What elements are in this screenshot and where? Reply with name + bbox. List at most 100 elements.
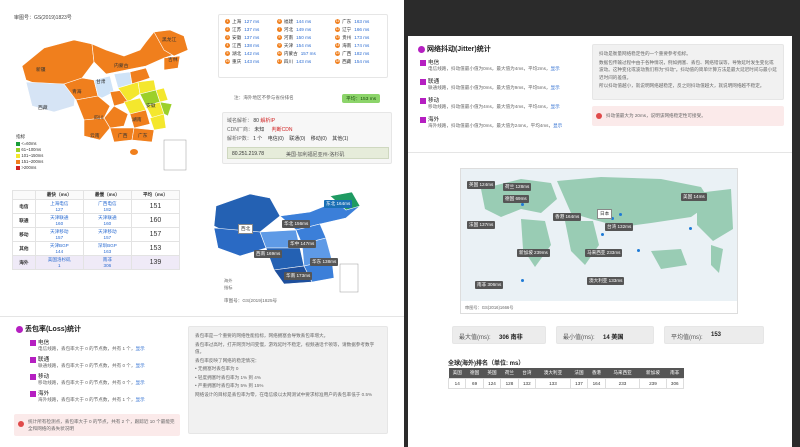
rank-number: 12 [335, 27, 341, 33]
jitter-note-text: 抖动值最大为 20ms，说明该网络稳定性可接受。 [606, 113, 706, 118]
loss-title-text: 丢包率(Loss)统计 [24, 326, 81, 333]
fast-cell: 上海电信 127 [34, 199, 84, 214]
global-col-header: 马来西亚 [605, 368, 640, 379]
global-cell: 137 [569, 378, 589, 389]
ip-tab-mobile[interactable]: 移动(0) [311, 136, 327, 142]
slow-cell: 南非 306 [82, 255, 132, 270]
col-average: 平均（ms） [130, 190, 181, 200]
map-pin[interactable] [601, 233, 604, 236]
global-cell: 14 [447, 378, 467, 389]
jitter-groups: 电信 电信线路，抖动值最小值为0ms，最大值为4ms，平均2ms，显示 联通 联通线路… [420, 58, 590, 134]
alert-icon [18, 421, 24, 427]
map-pin[interactable] [689, 227, 692, 230]
slow-cell: 广西电信 182 [82, 199, 132, 214]
group-text: 移动线路，抖动值最小值为4ms，最大值为4ms，平均4ms， [428, 104, 551, 109]
map-label-yunnan: 云南 [90, 134, 100, 139]
show-link[interactable]: 显示 [551, 66, 560, 71]
region-legend-overseas: 海外 [224, 278, 233, 283]
avg-cell: 160 [130, 213, 181, 228]
map-label-jilin: 吉林 [168, 58, 178, 63]
ip-tab-other[interactable]: 其他(1) [332, 136, 348, 142]
rank-city: 四川 [283, 59, 294, 64]
global-cell: 69 [465, 378, 484, 389]
global-col-header: 法国 [570, 368, 588, 379]
rank-number: 6 [276, 19, 282, 25]
fast-cell: 天津BGP 144 [34, 241, 84, 256]
show-link[interactable]: 显示 [136, 363, 145, 368]
world-label-de: 德国 69ms [503, 195, 529, 203]
jitter-title-text: 网络抖动(Jitter)统计 [426, 46, 491, 53]
global-cell: 164 [587, 378, 606, 389]
left-panel: 审图号：GS(2019)1823号 新疆 西藏 青海 甘肃 内蒙古 黑龙江 吉林… [0, 0, 404, 447]
stat-avg-value: 153 [711, 332, 722, 338]
rank-ms: 143 ms [244, 59, 260, 64]
show-link[interactable]: 显示 [136, 397, 145, 402]
map-pin[interactable] [521, 203, 524, 206]
region-label-huanan: 华南 173ms [284, 272, 313, 280]
ip-tab-telecom[interactable]: 电信(0) [268, 136, 284, 142]
desc-line: 丢包率是一个重要的网络性能指标，网络拥塞会导致丢包率增大。 [195, 333, 329, 338]
ranking-item: 13 贵州 173 ms [333, 34, 385, 42]
region-map: 东北 164ms 西北 华北 156ms 华中 147ms 西南 169ms 华… [200, 186, 368, 310]
show-link[interactable]: 显示 [136, 380, 145, 385]
map-pin[interactable] [619, 213, 622, 216]
resolve-unit[interactable]: 解析IP [260, 118, 275, 124]
rank-number: 11 [335, 19, 341, 25]
world-label-jp: 日本 [597, 209, 613, 219]
slow-val: 306 [103, 263, 112, 268]
rank-number: 2 [225, 27, 230, 33]
global-col-header: 美国 [448, 368, 466, 379]
slow-cell: 天津联通 160 [82, 213, 132, 228]
region-label-xinan: 西南 169ms [254, 250, 283, 258]
ranking-item: 12 辽宁 166 ms [333, 26, 385, 34]
group-text: 移动线路，丢包率大于 0 的节点数，共有 0 个， [38, 380, 136, 385]
group-bullet-icon [30, 373, 36, 380]
cdn-label: CDN厂商： [227, 127, 253, 133]
avg-cell: 139 [130, 255, 181, 270]
rank-city: 河南 [283, 35, 294, 40]
rank-ms: 127 ms [244, 19, 260, 24]
ranking-item: 5 湖北 142 ms [223, 50, 275, 58]
loss-groups: 电信 电信线路，丢包率大于 0 的节点数，共有 1 个，显示 联通 联通线路，丢包率大… [30, 338, 180, 406]
stat-max-label: 最大值(ms): [459, 335, 491, 341]
ip-address: 80.251.219.78 [232, 151, 264, 157]
group-bullet-icon [30, 356, 36, 363]
rank-ms: 143 ms [296, 59, 312, 64]
rank-number: 5 [225, 51, 230, 57]
rank-number: 10 [276, 51, 282, 57]
isp-cell: 联通 [12, 213, 36, 228]
rank-ms: 138 ms [244, 43, 260, 48]
world-label-hk: 香港 164ms [553, 213, 582, 221]
ranking-table: 1 上海 127 ms 6 福建 144 ms 11 广东 163 ms 2 江苏 137 ms 7 河北… [223, 18, 385, 66]
ranking-item: 10 内蒙古 157 ms [275, 50, 333, 58]
cdn-detect-link[interactable]: 判断CDN [272, 127, 293, 133]
show-link[interactable]: 显示 [553, 123, 562, 128]
stat-group: 海外 海外线路，抖动值最小值为0ms，最大值为24ms，平均4ms，显示 [420, 115, 590, 129]
rank-ms: 149 ms [296, 27, 312, 32]
show-link[interactable]: 显示 [551, 85, 560, 90]
group-bullet-icon [420, 97, 426, 104]
world-label-tw: 台湾 132ms [605, 223, 634, 231]
stat-avg: 平均值(ms): 153 [664, 326, 764, 344]
rank-number: 9 [276, 43, 282, 49]
map-caption: 审图号：GS(2019)1823号 [14, 15, 72, 21]
rank-ms: 154 ms [354, 59, 370, 64]
show-link[interactable]: 显示 [551, 104, 560, 109]
rank-ms: 144 ms [296, 19, 312, 24]
ip-tab-unicom[interactable]: 联通(0) [289, 136, 305, 142]
isp-name: 其他 [19, 245, 29, 251]
jitter-description: 抖动是衡量网络稳定性的一个重要参考指标。 数据包传输过程中由于各种情况，例如拥塞、… [592, 44, 784, 100]
map-pin[interactable] [637, 249, 640, 252]
isp-name: 电信 [19, 203, 29, 209]
rank-city: 湖北 [232, 51, 242, 56]
table-row: 其他 天津BGP 144 深圳BGP 163 153 [12, 241, 181, 256]
global-ranking-table: 美国 德国 英国 荷兰 台湾 澳大利亚 法国 香港 马来西亚 新加坡 南非 14 69 124 128 13… [447, 368, 684, 389]
desc-line: 网络设计的目标是丢包率为零，在电信级以太网测试中要求标准用户的丢包率低于 0.5… [195, 391, 373, 397]
global-col-header: 荷兰 [500, 368, 519, 379]
rank-number: 17 [276, 59, 282, 65]
map-pin[interactable] [521, 279, 524, 282]
china-map: 审图号：GS(2019)1823号 新疆 西藏 青海 甘肃 内蒙古 黑龙江 吉林… [14, 14, 200, 174]
alert-icon [596, 113, 602, 119]
ranking-item: 11 广东 163 ms [333, 18, 385, 26]
show-link[interactable]: 显示 [136, 346, 145, 351]
